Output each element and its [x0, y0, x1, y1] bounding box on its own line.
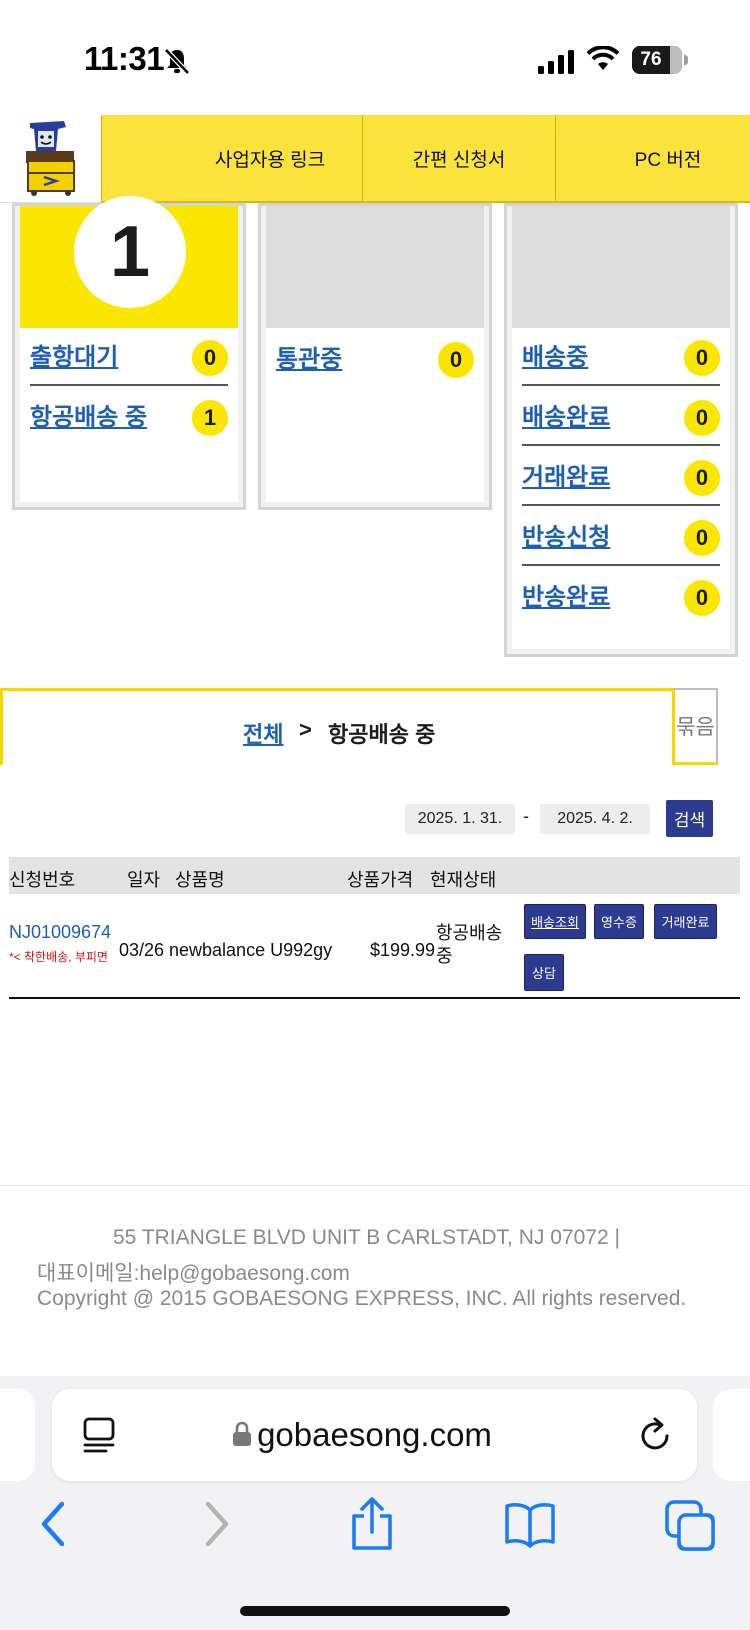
column-header: 상품명 [175, 870, 225, 890]
address-bar[interactable]: gobaesong.com [52, 1389, 697, 1481]
card-body: 출항대기 0 항공배송 중 1 [20, 328, 238, 502]
battery-empty [670, 46, 682, 74]
previous-tab-preview[interactable] [0, 1389, 35, 1481]
receipt-button[interactable]: 영수증 [594, 904, 644, 939]
count-badge: 0 [684, 460, 720, 496]
column-header: 현재상태 [430, 870, 497, 890]
order-note: *< 착한배송, 부피면 [9, 950, 108, 964]
card-header [266, 206, 484, 328]
battery-level: 76 [640, 49, 662, 70]
status-link[interactable]: 통관중 [276, 339, 342, 374]
total-count-badge: 1 [74, 196, 186, 308]
card-body: 통관중 0 [266, 328, 484, 502]
card-header: 1 [20, 196, 238, 328]
back-icon[interactable] [28, 1496, 80, 1552]
battery-nub [684, 55, 688, 65]
count-badge: 0 [684, 340, 720, 376]
status-row[interactable]: 배송완료 0 [522, 388, 720, 446]
home-indicator [240, 1606, 510, 1616]
current-status: 항공배송중 [436, 923, 503, 966]
clock: 11:31 [84, 40, 165, 77]
count-badge: 0 [684, 580, 720, 616]
wifi-icon [587, 46, 619, 70]
next-tab-preview[interactable] [713, 1389, 750, 1481]
forward-icon[interactable] [190, 1496, 242, 1552]
status-row[interactable]: 출항대기 0 [30, 328, 228, 386]
status-link[interactable]: 거래완료 [522, 457, 610, 492]
share-icon[interactable] [346, 1496, 398, 1552]
url-text[interactable]: gobaesong.com [52, 1389, 697, 1481]
breadcrumb-current: 항공배송 중 [328, 722, 436, 747]
count-badge: 0 [684, 400, 720, 436]
footer: 55 TRIANGLE BLVD UNIT B CARLSTADT, NJ 07… [0, 1185, 750, 1375]
status-row[interactable]: 항공배송 중 1 [30, 386, 228, 444]
status-row[interactable]: 통관중 0 [276, 328, 474, 386]
reload-icon[interactable] [638, 1417, 674, 1455]
bookmarks-icon[interactable] [504, 1496, 556, 1552]
lock-icon [233, 1421, 251, 1446]
status-row[interactable]: 반송완료 0 [522, 566, 720, 624]
order-number-link[interactable]: NJ01009674 [9, 922, 111, 943]
table-header: 신청번호 일자 상품명 상품가격 현재상태 [9, 857, 740, 894]
start-date-input[interactable]: 2025. 1. 31. [405, 804, 515, 834]
status-row[interactable]: 배송중 0 [522, 328, 720, 386]
bundle-button[interactable]: 묶음 [672, 688, 718, 765]
copyright: Copyright @ 2015 GOBAESONG EXPRESS, INC.… [37, 1287, 687, 1310]
count-badge: 0 [192, 340, 228, 376]
breadcrumb-all-link[interactable]: 전체 [243, 717, 283, 749]
table-row: NJ01009674 *< 착한배송, 부피면 03/26 newbalance… [9, 894, 740, 999]
product-name: newbalance U992gy [169, 940, 333, 960]
status-card-customs: 통관중 0 [258, 203, 492, 510]
consult-button[interactable]: 상담 [524, 954, 564, 991]
complete-transaction-button[interactable]: 거래완료 [654, 904, 717, 939]
status-link[interactable]: 항공배송 중 [30, 397, 147, 432]
track-delivery-button[interactable]: 배송조회 [524, 904, 586, 939]
company-address: 55 TRIANGLE BLVD UNIT B CARLSTADT, NJ 07… [113, 1226, 620, 1249]
status-link[interactable]: 출항대기 [30, 337, 118, 372]
tabs-icon[interactable] [664, 1496, 716, 1552]
search-button[interactable]: 검색 [666, 800, 713, 837]
count-badge: 0 [684, 520, 720, 556]
cellular-signal-icon [538, 50, 574, 74]
column-header: 일자 [127, 870, 161, 890]
status-link[interactable]: 배송중 [522, 337, 588, 372]
status-card-delivery: 배송중 0 배송완료 0 거래완료 0 반송신청 0 반송완료 0 [504, 203, 738, 657]
count-badge: 0 [438, 342, 474, 378]
card-header [512, 206, 730, 328]
count-badge: 1 [192, 400, 228, 436]
tab-quick-form[interactable]: 간편 신청서 [362, 115, 555, 203]
card-body: 배송중 0 배송완료 0 거래완료 0 반송신청 0 반송완료 0 [512, 328, 730, 649]
status-row[interactable]: 거래완료 0 [522, 448, 720, 506]
page-menu-icon[interactable] [82, 1417, 116, 1453]
tab-pc-version[interactable]: PC 버전 [555, 115, 750, 203]
date-range-dash: - [523, 806, 529, 826]
status-card-departure: 1 출항대기 0 항공배송 중 1 [12, 196, 246, 510]
battery-icon: 76 [632, 46, 682, 74]
contact-email: 대표이메일:help@gobaesong.com [37, 1262, 350, 1285]
breadcrumb: 전체 > 항공배송 중 [0, 688, 674, 765]
tab-business-link[interactable]: 사업자용 링크 [101, 115, 363, 203]
logo[interactable] [0, 115, 101, 203]
order-date: 03/26 [119, 940, 165, 960]
mascot-logo-icon [26, 121, 75, 196]
end-date-input[interactable]: 2025. 4. 2. [540, 804, 650, 834]
top-nav: 사업자용 링크 간편 신청서 PC 버전 [0, 115, 750, 203]
column-header: 상품가격 [347, 870, 414, 890]
breadcrumb-separator: > [299, 717, 312, 742]
status-link[interactable]: 배송완료 [522, 397, 610, 432]
status-link[interactable]: 반송완료 [522, 577, 610, 612]
status-row[interactable]: 반송신청 0 [522, 508, 720, 566]
bell-slash-icon [164, 48, 190, 75]
product-price: $199.99 [370, 940, 436, 960]
status-bar: 11:31 76 [0, 0, 750, 116]
status-link[interactable]: 반송신청 [522, 517, 610, 552]
column-header: 신청번호 [9, 870, 76, 890]
